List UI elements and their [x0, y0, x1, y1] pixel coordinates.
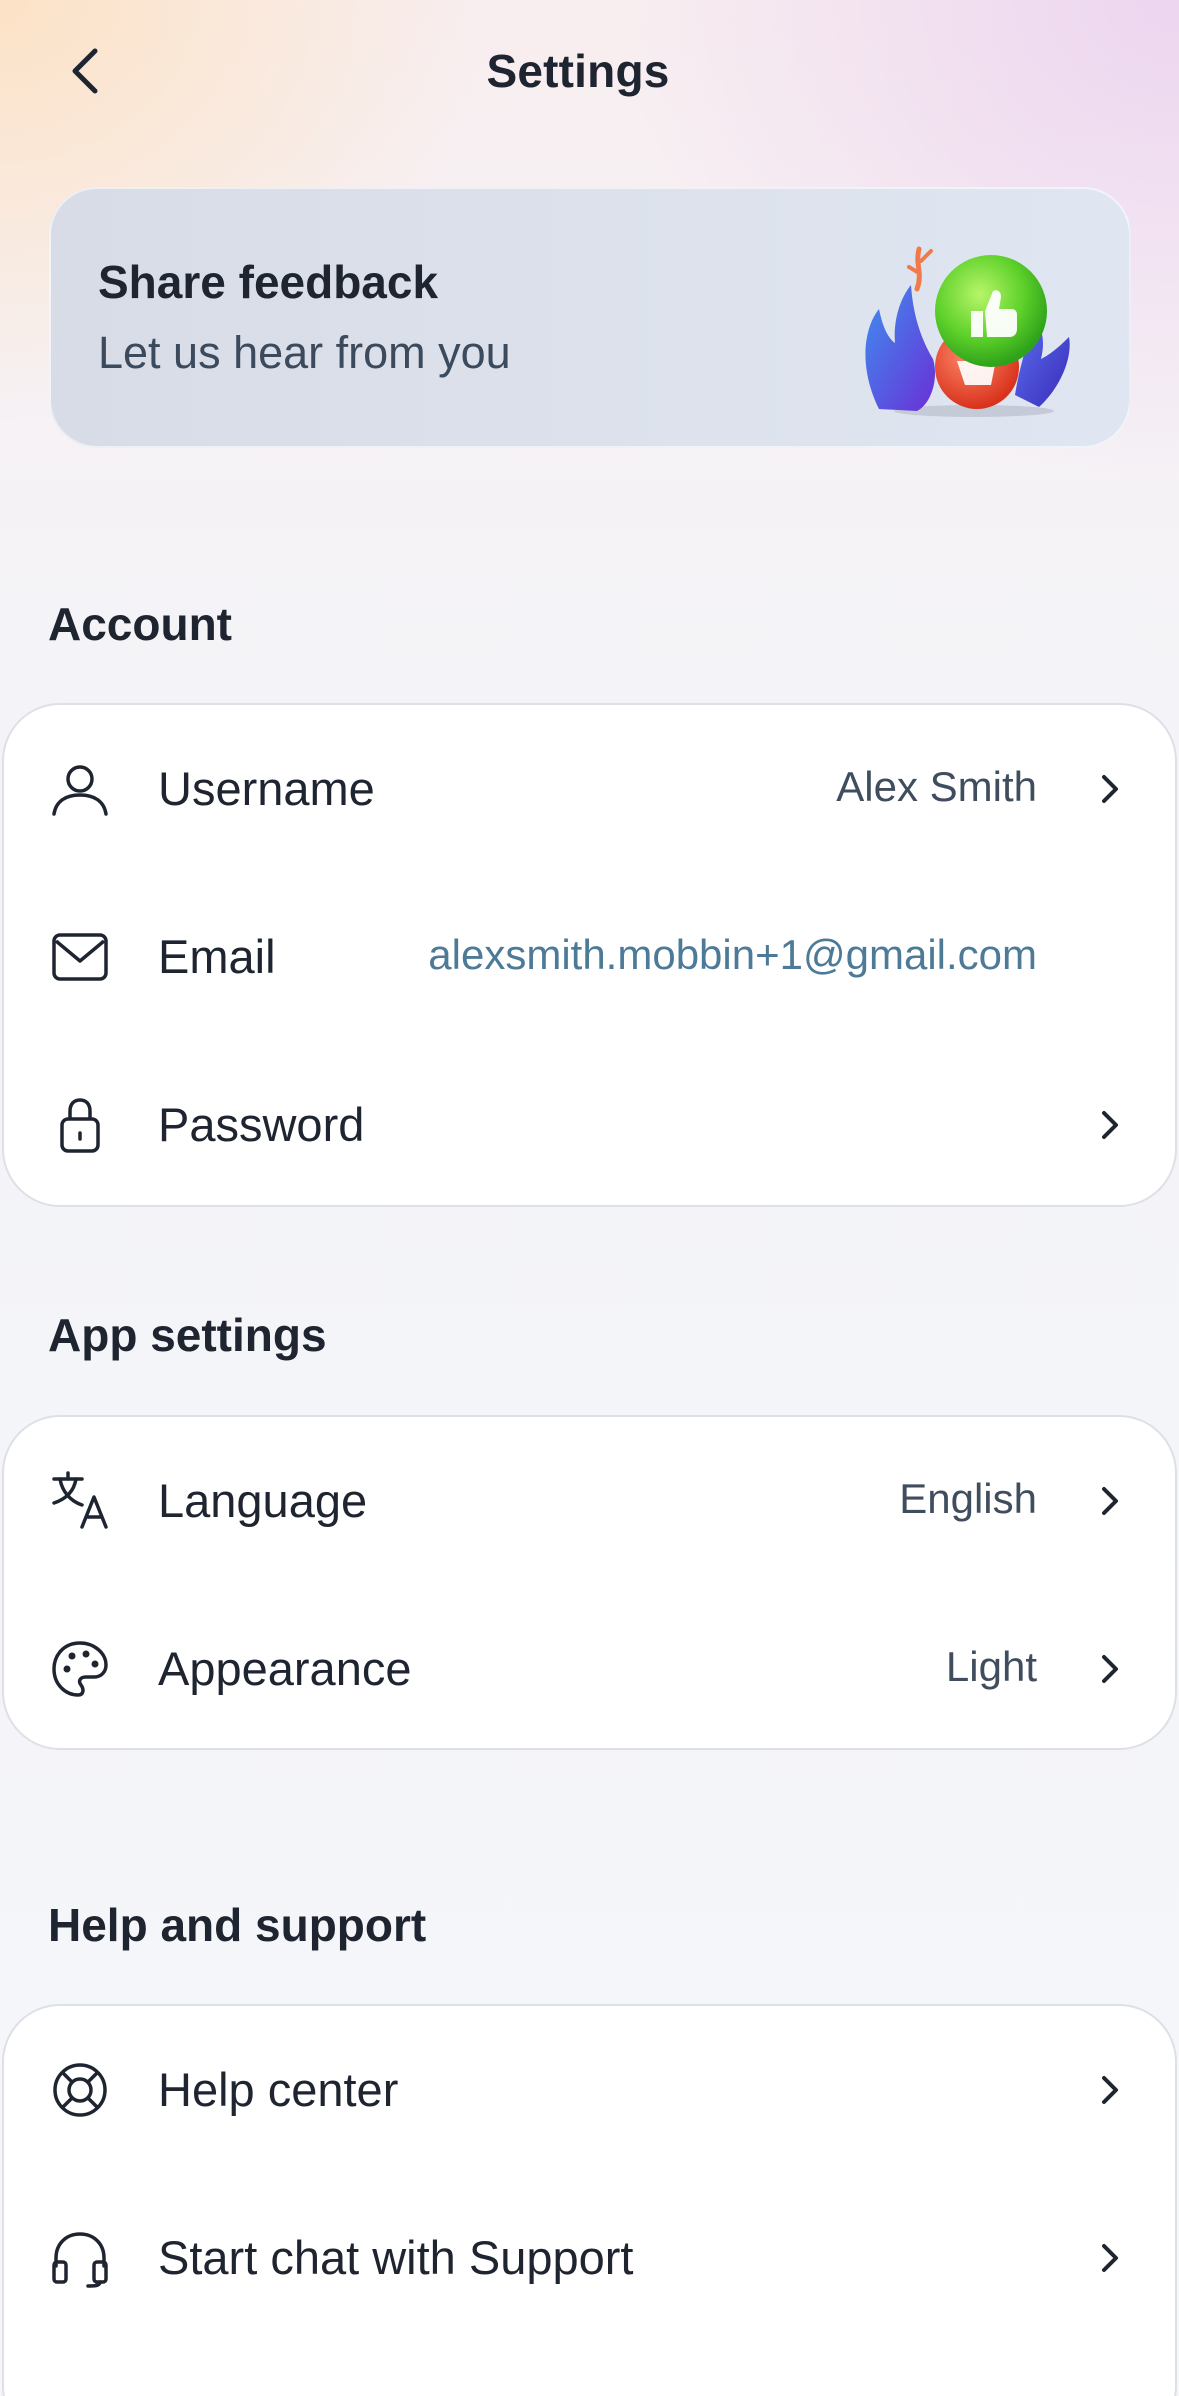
- lock-icon: [60, 1098, 100, 1153]
- user-icon: [52, 765, 108, 816]
- support-chat-label: Start chat with Support: [158, 2231, 634, 2284]
- language-row[interactable]: Language English: [4, 1417, 1179, 1585]
- help-card: Help center Start chat with Support: [2, 2004, 1177, 2396]
- username-label: Username: [158, 762, 375, 815]
- email-row[interactable]: Email alexsmith.mobbin+1@gmail.com: [4, 873, 1179, 1041]
- page-title: Settings: [486, 45, 670, 97]
- help-center-row[interactable]: Help center: [4, 2006, 1179, 2174]
- feedback-title: Share feedback: [98, 256, 439, 308]
- top-bar: Settings: [0, 0, 1179, 140]
- username-row[interactable]: Username Alex Smith: [4, 705, 1179, 873]
- password-row[interactable]: Password: [4, 1041, 1179, 1209]
- account-section-title: Account: [48, 598, 232, 650]
- appearance-value: Light: [945, 1643, 1037, 1690]
- chevron-right-icon: [1102, 2244, 1118, 2272]
- help-section-title: Help and support: [48, 1899, 427, 1951]
- chevron-right-icon: [1102, 775, 1118, 803]
- language-label: Language: [158, 1474, 368, 1527]
- email-label: Email: [158, 930, 276, 983]
- help-center-label: Help center: [158, 2063, 399, 2116]
- email-value: alexsmith.mobbin+1@gmail.com: [428, 931, 1037, 978]
- chevron-right-icon: [1102, 1111, 1118, 1139]
- thumbs-up-down-illustration: [865, 246, 1070, 417]
- translate-icon: [52, 1471, 108, 1529]
- headphones-icon: [52, 2232, 108, 2288]
- chevron-right-icon: [1102, 1655, 1118, 1683]
- chevron-right-icon: [1102, 2076, 1118, 2104]
- feedback-subtitle: Let us hear from you: [98, 327, 511, 378]
- mail-icon: [52, 933, 108, 981]
- appearance-row[interactable]: Appearance Light: [4, 1585, 1179, 1753]
- account-card: Username Alex Smith Email alexsmith.mobb…: [2, 703, 1177, 1207]
- language-value: English: [899, 1475, 1037, 1522]
- chevron-right-icon: [1102, 1487, 1118, 1515]
- lifebuoy-icon: [53, 2063, 107, 2117]
- app-settings-section-title: App settings: [48, 1309, 327, 1361]
- palette-icon: [52, 1641, 108, 1697]
- settings-screen: Settings Share feedback Let us hear from…: [0, 0, 1179, 2396]
- app-settings-card: Language English Appearance Light: [2, 1415, 1177, 1750]
- appearance-label: Appearance: [158, 1642, 412, 1695]
- password-label: Password: [158, 1098, 365, 1151]
- support-chat-row[interactable]: Start chat with Support: [4, 2174, 1179, 2342]
- username-value: Alex Smith: [836, 763, 1037, 810]
- share-feedback-card[interactable]: Share feedback Let us hear from you: [49, 187, 1131, 448]
